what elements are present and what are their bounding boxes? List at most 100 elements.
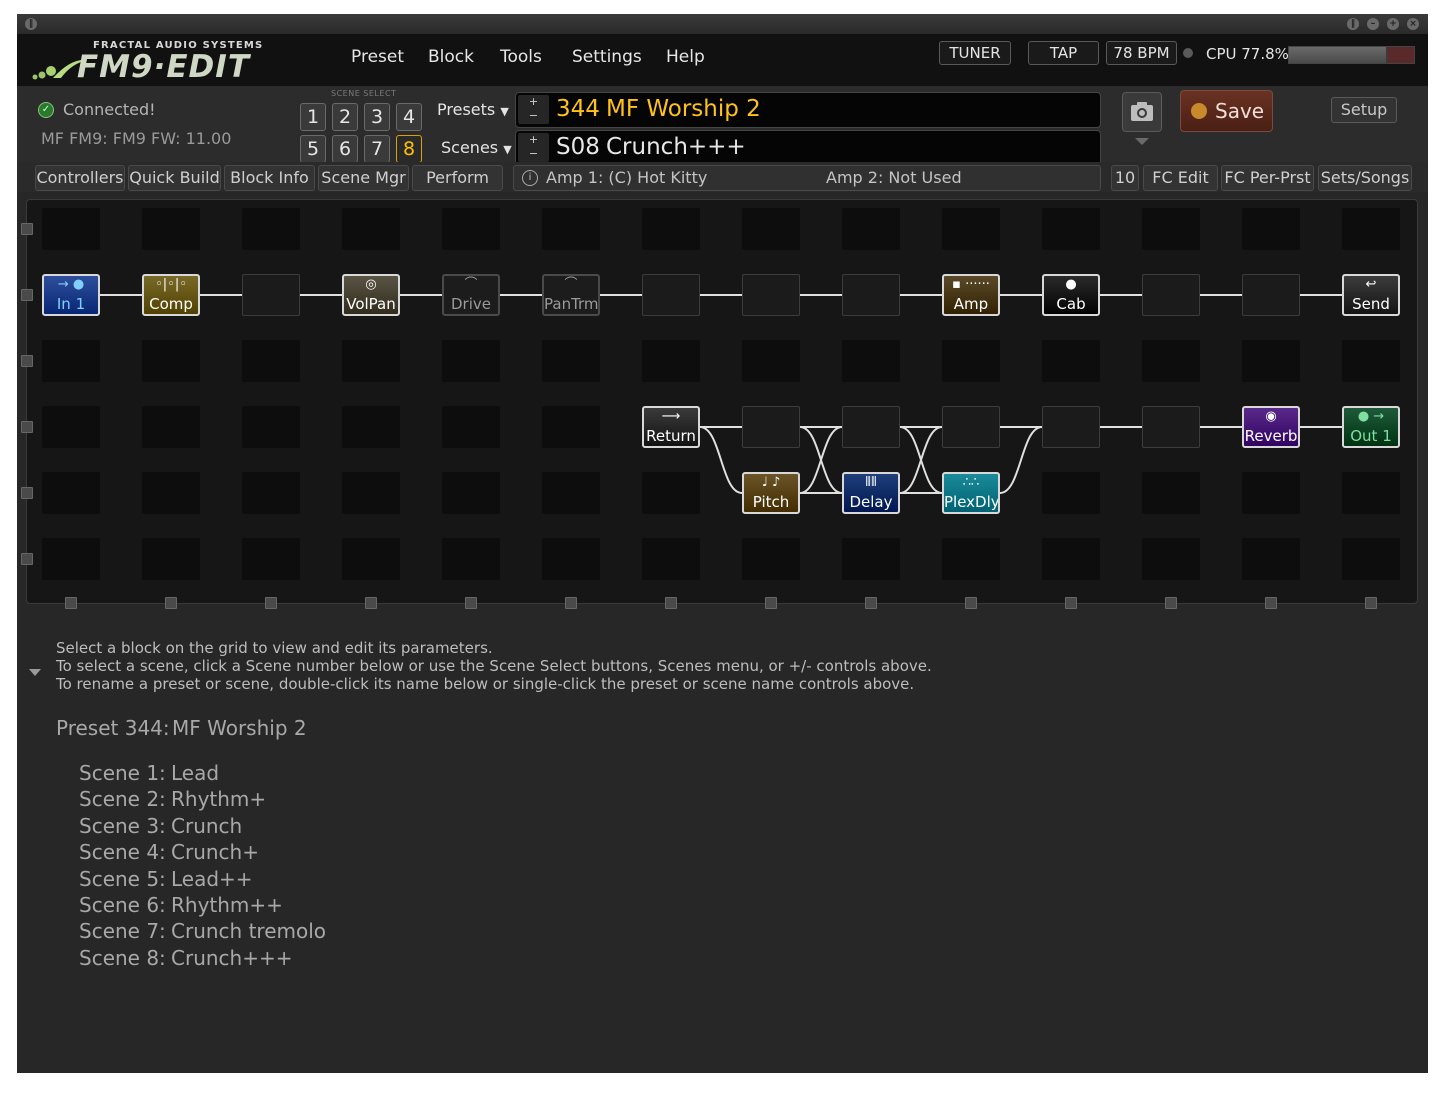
menu-block[interactable]: Block [428, 47, 474, 67]
scene-list-item[interactable]: Scene 2: Rhythm+ [79, 786, 326, 812]
window-maximize-icon[interactable]: + [1387, 18, 1399, 30]
scene-list-name[interactable]: Rhythm+ [171, 787, 266, 811]
window-menu-icon[interactable]: ‖ [25, 18, 37, 30]
grid-cell[interactable] [642, 472, 700, 514]
grid-cell[interactable] [342, 538, 400, 580]
block-drive[interactable]: ⌒ Drive [442, 274, 500, 316]
scene-list-name[interactable]: Crunch tremolo [171, 919, 326, 943]
block-volpan[interactable]: ◎ VolPan [342, 274, 400, 316]
scene-list-item[interactable]: Scene 8: Crunch+++ [79, 945, 326, 971]
scene-name-box[interactable]: + − S08 Crunch+++ [515, 130, 1101, 166]
grid-cell[interactable] [1342, 208, 1400, 250]
scene-stepper[interactable]: + − [518, 133, 549, 162]
grid-cell[interactable] [42, 406, 100, 448]
grid-cell[interactable] [1242, 208, 1300, 250]
grid-cell[interactable] [242, 538, 300, 580]
grid-cell[interactable] [1242, 472, 1300, 514]
block-reverb[interactable]: ◉ Reverb [1242, 406, 1300, 448]
window-close-icon[interactable]: × [1407, 18, 1419, 30]
column-handle[interactable] [1165, 597, 1177, 609]
preset-increment-button[interactable]: + [518, 95, 549, 109]
grid-cell[interactable] [42, 472, 100, 514]
scene-select-3[interactable]: 3 [364, 103, 390, 131]
block-out1[interactable]: ● → Out 1 [1342, 406, 1400, 448]
block-pantrm[interactable]: ⌒ PanTrm [542, 274, 600, 316]
scene-select-8[interactable]: 8 [396, 135, 422, 163]
grid-shunt[interactable] [1242, 274, 1300, 316]
grid-cell[interactable] [1042, 208, 1100, 250]
grid-shunt[interactable] [842, 274, 900, 316]
grid-cell[interactable] [942, 538, 1000, 580]
scene-list-name[interactable]: Crunch+ [171, 840, 259, 864]
grid-cell[interactable] [1242, 340, 1300, 382]
row-handle[interactable] [21, 355, 33, 367]
grid-cell[interactable] [442, 208, 500, 250]
preset-summary-name[interactable]: MF Worship 2 [172, 716, 307, 740]
tuner-button[interactable]: TUNER [939, 41, 1011, 65]
fc-per-prst-button[interactable]: FC Per-Prst [1221, 165, 1314, 191]
collapse-arrow-icon[interactable] [29, 669, 41, 676]
grid-cell[interactable] [142, 208, 200, 250]
grid-cell[interactable] [1142, 538, 1200, 580]
column-handle[interactable] [1365, 597, 1377, 609]
scene-list-name[interactable]: Crunch+++ [171, 946, 292, 970]
column-handle[interactable] [265, 597, 277, 609]
grid-shunt[interactable] [242, 274, 300, 316]
grid-cell[interactable] [1342, 472, 1400, 514]
grid-cell[interactable] [342, 208, 400, 250]
grid-cell[interactable] [1042, 538, 1100, 580]
block-delay[interactable]: ⦀⦀ Delay [842, 472, 900, 514]
preset-decrement-button[interactable]: − [518, 109, 549, 123]
block-in1[interactable]: → ● In 1 [42, 274, 100, 316]
column-handle[interactable] [665, 597, 677, 609]
grid-cell[interactable] [42, 340, 100, 382]
preset-number[interactable]: 344 [556, 95, 600, 123]
grid-cell[interactable] [942, 340, 1000, 382]
block-pitch[interactable]: ♩ ♪ Pitch [742, 472, 800, 514]
snapshot-chevron-icon[interactable] [1135, 138, 1149, 145]
column-handle[interactable] [565, 597, 577, 609]
grid-cell[interactable] [142, 538, 200, 580]
scene-list-item[interactable]: Scene 4: Crunch+ [79, 839, 326, 865]
routing-grid[interactable]: → ● In 1 ◦|◦|◦ Comp ◎ VolPan ⌒ Drive ⌒ PanTrm ▪ ··… [26, 199, 1418, 604]
scene-select-7[interactable]: 7 [364, 135, 390, 163]
save-button[interactable]: Save [1180, 90, 1273, 132]
block-plexdly[interactable]: ∴∴ PlexDly [942, 472, 1000, 514]
grid-shunt[interactable] [942, 406, 1000, 448]
quick-build-button[interactable]: Quick Build [128, 165, 221, 191]
menu-preset[interactable]: Preset [351, 47, 404, 67]
grid-cell[interactable] [142, 406, 200, 448]
menu-tools[interactable]: Tools [500, 47, 542, 67]
grid-cell[interactable] [1142, 472, 1200, 514]
grid-cell[interactable] [642, 538, 700, 580]
grid-cell[interactable] [542, 406, 600, 448]
grid-cell[interactable] [1142, 340, 1200, 382]
row-handle[interactable] [21, 421, 33, 433]
grid-cell[interactable] [1042, 340, 1100, 382]
scene-list-name[interactable]: Lead++ [171, 867, 253, 891]
sets-songs-button[interactable]: Sets/Songs [1318, 165, 1412, 191]
row-handle[interactable] [21, 289, 33, 301]
grid-cell[interactable] [842, 538, 900, 580]
bpm-display[interactable]: 78 BPM [1106, 41, 1177, 65]
column-handle[interactable] [1265, 597, 1277, 609]
scene-list-item[interactable]: Scene 5: Lead++ [79, 866, 326, 892]
grid-cell[interactable] [142, 340, 200, 382]
scene-select-5[interactable]: 5 [300, 135, 326, 163]
grid-cell[interactable] [442, 406, 500, 448]
grid-cell[interactable] [742, 538, 800, 580]
fc-edit-button[interactable]: FC Edit [1143, 165, 1218, 191]
grid-cell[interactable] [442, 472, 500, 514]
grid-cell[interactable] [742, 340, 800, 382]
window-minimize-icon[interactable]: – [1367, 18, 1379, 30]
grid-shunt[interactable] [1142, 406, 1200, 448]
scene-decrement-button[interactable]: − [518, 147, 549, 161]
block-send[interactable]: ↩ Send [1342, 274, 1400, 316]
grid-shunt[interactable] [1142, 274, 1200, 316]
grid-cell[interactable] [342, 406, 400, 448]
block-info-button[interactable]: Block Info [224, 165, 315, 191]
grid-cell[interactable] [1242, 538, 1300, 580]
column-handle[interactable] [765, 597, 777, 609]
perform-button[interactable]: Perform [412, 165, 503, 191]
grid-cell[interactable] [642, 208, 700, 250]
